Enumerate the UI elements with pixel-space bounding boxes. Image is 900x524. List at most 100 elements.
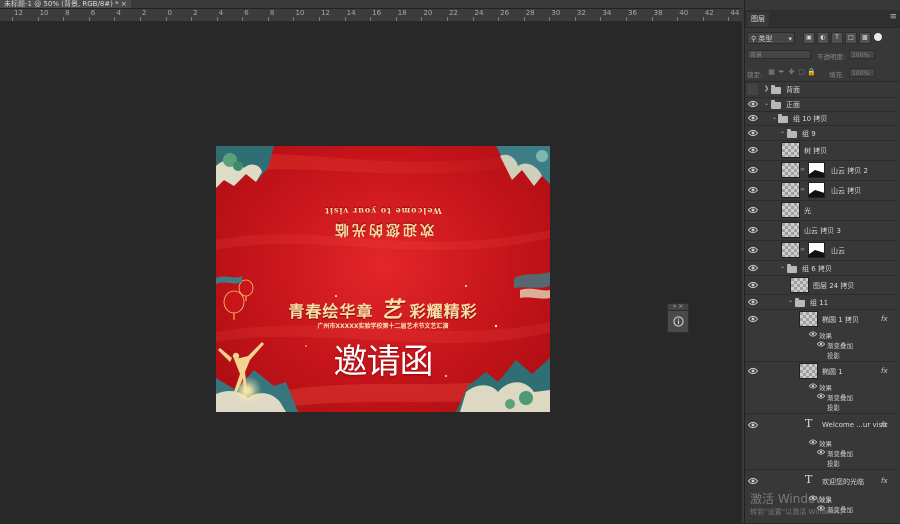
layer-group-9[interactable]: ⌄ 组 9 — [745, 125, 897, 141]
welcome-chinese-text: 欢迎您的光临 — [332, 221, 434, 237]
eye-icon[interactable] — [748, 113, 758, 123]
blend-mode-value: 背景 — [750, 52, 763, 59]
visibility-off-box[interactable] — [747, 84, 758, 95]
layer-mask-thumbnail[interactable] — [808, 242, 825, 258]
windows-activation-hint: 转到“设置”以激活 Windows。 — [750, 508, 847, 516]
layer-mask-thumbnail[interactable] — [808, 182, 825, 198]
document-tab[interactable]: 未标题-1 @ 50% (背景, RGB/8#) * × — [0, 0, 131, 8]
effect-gradient-overlay[interactable]: 渐变叠加 — [827, 392, 853, 402]
filter-adjustment-icon[interactable]: ◐ — [817, 32, 829, 44]
eye-icon[interactable] — [748, 280, 758, 290]
lock-all-icon[interactable]: 🔒 — [807, 68, 816, 77]
effect-drop-shadow[interactable]: 投影 — [827, 458, 840, 468]
layer-light[interactable]: 光 — [745, 200, 897, 221]
document-tabbar: 未标题-1 @ 50% (背景, RGB/8#) * × — [0, 0, 742, 9]
fx-icon[interactable]: fx — [881, 477, 888, 485]
top-left-mountains — [216, 146, 274, 188]
layer-mountain-cloud-copy-2[interactable]: ∞ 山云 拷贝 2 — [745, 160, 897, 181]
eye-icon[interactable] — [748, 420, 758, 430]
eye-icon[interactable] — [748, 185, 758, 195]
eye-icon[interactable] — [809, 438, 817, 446]
eye-icon[interactable] — [748, 366, 758, 376]
lock-transparent-icon[interactable]: ▦ — [767, 68, 776, 77]
layer-thumbnail — [781, 142, 800, 158]
layer-mountain-cloud[interactable]: ∞ 山云 — [745, 240, 897, 261]
layer-thumbnail — [781, 222, 800, 238]
layer-thumbnail — [799, 363, 818, 379]
eye-icon[interactable] — [748, 297, 758, 307]
effect-drop-shadow[interactable]: 投影 — [827, 402, 840, 412]
eye-icon[interactable] — [748, 263, 758, 273]
filter-pixel-icon[interactable]: ▣ — [803, 32, 815, 44]
fill-field[interactable]: 100% — [849, 68, 875, 77]
eye-icon[interactable] — [817, 392, 825, 400]
eye-icon[interactable] — [809, 330, 817, 338]
chevron-down-icon[interactable]: ⌄ — [780, 128, 785, 135]
effect-gradient-overlay[interactable]: 渐变叠加 — [827, 448, 853, 458]
layer-name: 山云 — [831, 247, 845, 255]
layer-thumbnail — [799, 311, 818, 327]
layer-tree-copy[interactable]: 树 拷贝 — [745, 140, 897, 161]
link-icon: ∞ — [800, 186, 805, 193]
layer-filter-select[interactable]: ⚲ 类型 ▾ — [747, 32, 795, 44]
blend-mode-select[interactable]: 背景 — [747, 50, 811, 59]
eye-icon[interactable] — [817, 448, 825, 456]
filter-type-icon[interactable]: T — [831, 32, 843, 44]
eye-icon[interactable] — [748, 225, 758, 235]
ruler-tick-mark — [421, 17, 423, 21]
eye-icon[interactable] — [809, 382, 817, 390]
ruler-tick-mark — [728, 17, 730, 21]
fx-icon[interactable]: fx — [881, 367, 888, 375]
tab-layers[interactable]: 图层 — [747, 12, 769, 27]
eye-icon[interactable] — [817, 340, 825, 348]
tab-close-icon[interactable]: × — [121, 0, 127, 8]
folder-icon — [787, 264, 797, 273]
fx-icon[interactable]: fx — [881, 315, 888, 323]
layer-ellipse-1[interactable]: 椭圆 1 fx 效果 渐变叠加 投影 — [745, 361, 897, 414]
eye-icon[interactable] — [748, 205, 758, 215]
eye-icon[interactable] — [748, 314, 758, 324]
eye-icon[interactable] — [748, 128, 758, 138]
layer-mountain-cloud-copy-3[interactable]: 山云 拷贝 3 — [745, 220, 897, 241]
ruler-tick-label: 20 — [423, 9, 433, 17]
document-canvas[interactable]: Welcome to your visit 欢迎您的光临 青春绘华章 艺 彩耀精… — [216, 146, 550, 412]
eye-icon[interactable] — [748, 99, 758, 109]
eye-icon[interactable] — [748, 245, 758, 255]
lock-artboard-icon[interactable]: ▢ — [797, 68, 806, 77]
layer-welcome-text[interactable]: T Welcome ...ur visit fx 效果 渐变叠加 投影 — [745, 413, 897, 470]
ruler-tick-label: 12 — [14, 9, 23, 17]
chevron-down-icon[interactable]: ⌄ — [764, 100, 769, 107]
effect-drop-shadow[interactable]: 投影 — [827, 350, 840, 360]
filter-shape-icon[interactable]: □ — [845, 32, 857, 44]
chevron-down-icon[interactable]: ⌄ — [788, 297, 793, 304]
eye-icon[interactable] — [748, 165, 758, 175]
headline-part2: 艺 — [380, 297, 403, 323]
opacity-field[interactable]: 100% — [849, 50, 875, 59]
filter-smart-object-icon[interactable]: ▩ — [859, 32, 871, 44]
lock-brush-icon[interactable]: ✒ — [777, 68, 786, 77]
layer-group-11[interactable]: ⌄ 组 11 — [745, 294, 897, 310]
eye-icon[interactable] — [748, 145, 758, 155]
eye-icon[interactable] — [748, 476, 758, 486]
effect-gradient-overlay[interactable]: 渐变叠加 — [827, 340, 853, 350]
layer-24-copy[interactable]: 图层 24 拷贝 — [745, 275, 897, 295]
chevron-right-icon[interactable]: ❯ — [764, 85, 769, 92]
lock-move-icon[interactable]: ✥ — [787, 68, 796, 77]
chevron-down-icon[interactable]: ⌄ — [772, 114, 777, 121]
chevron-down-icon[interactable]: ⌄ — [780, 263, 785, 270]
layer-group-10-copy[interactable]: ⌄ 组 10 拷贝 — [745, 111, 897, 126]
layer-back-group[interactable]: ❯ 背面 — [745, 82, 897, 98]
layer-mountain-cloud-copy[interactable]: ∞ 山云 拷贝 — [745, 180, 897, 201]
layer-mask-thumbnail[interactable] — [808, 162, 825, 178]
panel-menu-icon[interactable]: ≡ — [889, 12, 897, 22]
layer-group-6-copy[interactable]: ⌄ 组 6 拷贝 — [745, 260, 897, 276]
link-icon: ∞ — [800, 246, 805, 253]
filter-toggle[interactable] — [874, 33, 882, 41]
info-panel-button[interactable] — [667, 310, 689, 333]
layer-front-group[interactable]: ⌄ 正面 — [745, 97, 897, 112]
ruler-tick-label: 26 — [500, 9, 510, 17]
effects-label: 效果 — [819, 332, 832, 340]
layer-name: 光 — [804, 207, 811, 215]
layer-ellipse-1-copy[interactable]: 椭圆 1 拷贝 fx 效果 渐变叠加 投影 — [745, 309, 897, 362]
fx-icon[interactable]: fx — [881, 421, 888, 429]
